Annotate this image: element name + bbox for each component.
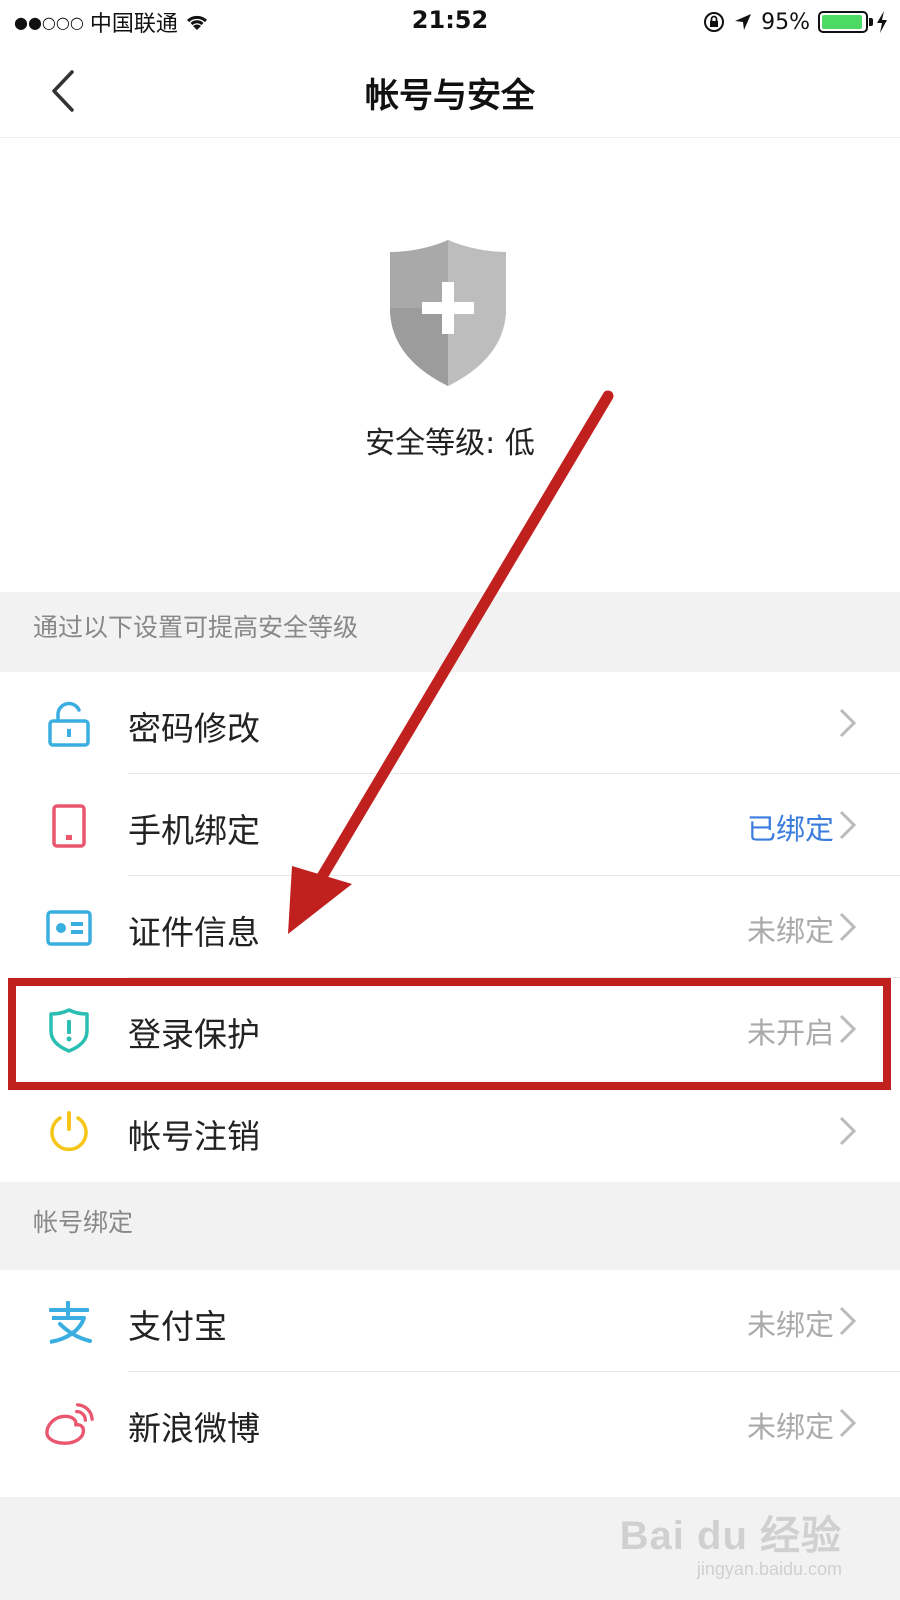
chevron-right-icon: [839, 1306, 857, 1336]
security-summary: 安全等级: 低: [0, 138, 900, 592]
shield-plus-icon: [390, 240, 506, 386]
chevron-right-icon: [839, 912, 857, 942]
row-status: 未绑定: [746, 1410, 834, 1444]
row-login-protection[interactable]: 登录保护 未开启: [0, 978, 900, 1080]
watermark-logo: Bai du 经验: [619, 1514, 842, 1558]
row-status: 未开启: [746, 1016, 834, 1050]
row-password-change[interactable]: 密码修改: [0, 672, 900, 774]
section-header-binding: 帐号绑定: [0, 1182, 900, 1270]
watermark: Bai du 经验 jingyan.baidu.com: [620, 1503, 842, 1580]
battery-level-fill: [822, 15, 862, 29]
row-id-info[interactable]: 证件信息 未绑定: [0, 876, 900, 978]
row-account-cancel[interactable]: 帐号注销: [0, 1080, 900, 1182]
row-label: 手机绑定: [128, 811, 260, 850]
chevron-right-icon: [839, 1116, 857, 1146]
row-label: 帐号注销: [128, 1117, 260, 1156]
rotation-lock-icon: [704, 12, 725, 32]
shield-alert-icon: [44, 1005, 94, 1055]
weibo-icon: [44, 1399, 94, 1449]
charging-bolt-icon: [877, 11, 887, 33]
row-alipay[interactable]: 支付宝 未绑定: [0, 1270, 900, 1372]
row-status: 已绑定: [746, 812, 834, 846]
security-level-text: 安全等级: 低: [365, 426, 535, 461]
row-status: 未绑定: [746, 914, 834, 948]
nav-bar: 帐号与安全: [0, 44, 900, 138]
row-label: 新浪微博: [128, 1409, 260, 1448]
section-header-label: 帐号绑定: [33, 1208, 134, 1237]
status-bar: ●●○○○ 中国联通 21:52 95%: [0, 0, 900, 44]
section-header-label: 通过以下设置可提高安全等级: [33, 613, 359, 642]
battery-tip: [869, 18, 873, 26]
row-status: 未绑定: [746, 1308, 834, 1342]
watermark-url: jingyan.baidu.com: [696, 1559, 842, 1579]
chevron-right-icon: [839, 810, 857, 840]
row-label: 证件信息: [128, 913, 260, 952]
row-phone-binding[interactable]: 手机绑定 已绑定: [0, 774, 900, 876]
row-weibo[interactable]: 新浪微博 未绑定: [0, 1372, 900, 1474]
chevron-right-icon: [839, 1408, 857, 1438]
chevron-right-icon: [839, 708, 857, 738]
page-title: 帐号与安全: [365, 76, 535, 116]
row-label: 支付宝: [128, 1307, 227, 1346]
row-label: 密码修改: [128, 709, 260, 748]
location-icon: [735, 14, 752, 30]
alipay-icon: [44, 1297, 94, 1347]
battery-percent: 95%: [761, 9, 810, 35]
phone-icon: [44, 801, 94, 851]
chevron-right-icon: [839, 1014, 857, 1044]
row-label: 登录保护: [128, 1015, 260, 1054]
battery-icon: [818, 11, 873, 33]
unlock-icon: [44, 699, 94, 749]
power-icon: [44, 1107, 94, 1157]
section-header-improve: 通过以下设置可提高安全等级: [0, 592, 900, 672]
id-card-icon: [44, 903, 94, 953]
status-bar-right: 95%: [703, 8, 888, 36]
